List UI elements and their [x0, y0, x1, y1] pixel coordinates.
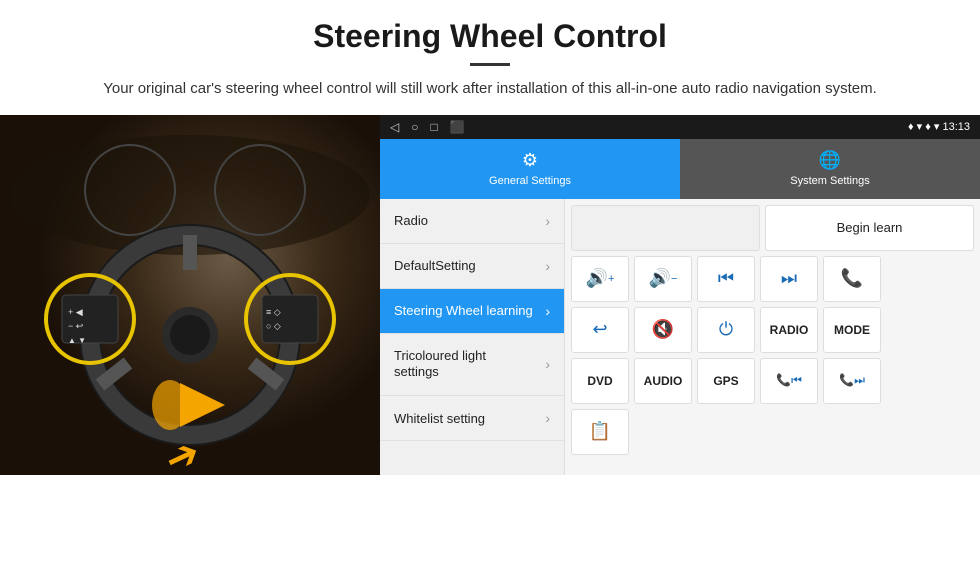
empty-cell: [571, 205, 760, 251]
content-row: + ◀ − ↩ ▲ ▼ ≡ ◇ ○ ◇ ➔: [0, 115, 980, 475]
menu-radio-label: Radio: [394, 213, 428, 228]
menu-item-tricolour[interactable]: Tricoloured lightsettings ›: [380, 334, 564, 397]
svg-text:≡ ◇: ≡ ◇: [266, 307, 281, 317]
tab-general[interactable]: ⚙ General Settings: [380, 139, 680, 199]
tab-general-label: General Settings: [489, 175, 571, 187]
status-icons-right: ♦ ▾: [908, 121, 925, 133]
chevron-icon: ›: [545, 356, 550, 372]
svg-text:○ ◇: ○ ◇: [266, 321, 281, 331]
back-icon[interactable]: ◁: [390, 120, 399, 134]
audio-button[interactable]: AUDIO: [634, 358, 692, 404]
tab-system[interactable]: 🌐 System Settings: [680, 139, 980, 199]
svg-text:− ↩: − ↩: [68, 321, 84, 331]
mode-button[interactable]: MODE: [823, 307, 881, 353]
page-title: Steering Wheel Control: [60, 18, 920, 55]
radio-button[interactable]: RADIO: [760, 307, 818, 353]
main-panel: Radio › DefaultSetting › Steering Wheel …: [380, 199, 980, 475]
steering-wheel-image: + ◀ − ↩ ▲ ▼ ≡ ◇ ○ ◇ ➔: [0, 115, 380, 475]
menu-whitelist-label: Whitelist setting: [394, 411, 485, 426]
list-button[interactable]: 📋: [571, 409, 629, 455]
gps-button[interactable]: GPS: [697, 358, 755, 404]
left-menu: Radio › DefaultSetting › Steering Wheel …: [380, 199, 565, 475]
phone-next-button[interactable]: 📞⏭: [823, 358, 881, 404]
next-track-button[interactable]: ⏭: [760, 256, 818, 302]
menu-item-steering[interactable]: Steering Wheel learning ›: [380, 289, 564, 334]
button-row-1: Begin learn: [571, 205, 974, 251]
steering-wheel-svg: + ◀ − ↩ ▲ ▼ ≡ ◇ ○ ◇ ➔: [0, 115, 380, 475]
chevron-icon: ›: [545, 258, 550, 274]
status-bar-left: ◁ ○ □ ⬛: [390, 120, 465, 134]
begin-learn-button[interactable]: Begin learn: [765, 205, 974, 251]
phone-button[interactable]: 📞: [823, 256, 881, 302]
header-section: Steering Wheel Control Your original car…: [0, 0, 980, 115]
general-settings-icon: ⚙: [522, 150, 538, 171]
phone-prev-button[interactable]: 📞⏮: [760, 358, 818, 404]
chevron-icon: ›: [545, 213, 550, 229]
status-bar-right: ♦ ▾ ♦ ▾ 13:13: [908, 120, 970, 133]
menu-item-whitelist[interactable]: Whitelist setting ›: [380, 396, 564, 441]
button-row-4: DVD AUDIO GPS 📞⏮ 📞⏭: [571, 358, 974, 404]
title-divider: [470, 63, 510, 66]
button-row-3: ↩ 🔇 ⏻ RADIO MODE: [571, 307, 974, 353]
recents-icon[interactable]: □: [430, 120, 437, 134]
tab-bar: ⚙ General Settings 🌐 System Settings: [380, 139, 980, 199]
page-wrapper: Steering Wheel Control Your original car…: [0, 0, 980, 475]
menu-default-label: DefaultSetting: [394, 258, 476, 273]
button-row-5: 📋: [571, 409, 974, 455]
prev-track-button[interactable]: ⏮: [697, 256, 755, 302]
svg-text:▲ ▼: ▲ ▼: [68, 336, 86, 345]
button-grid: Begin learn 🔊+ 🔊− ⏮ ⏭ 📞 ↩ 🔇 ⏻: [565, 199, 980, 475]
volume-down-button[interactable]: 🔊−: [634, 256, 692, 302]
dvd-button[interactable]: DVD: [571, 358, 629, 404]
mute-button[interactable]: 🔇: [634, 307, 692, 353]
menu-item-radio[interactable]: Radio ›: [380, 199, 564, 244]
chevron-icon: ›: [545, 303, 550, 319]
menu-item-default[interactable]: DefaultSetting ›: [380, 244, 564, 289]
status-bar: ◁ ○ □ ⬛ ♦ ▾ ♦ ▾ 13:13: [380, 115, 980, 139]
home-icon[interactable]: ○: [411, 120, 418, 134]
svg-text:+ ◀: + ◀: [68, 307, 83, 317]
menu-steering-label: Steering Wheel learning: [394, 303, 533, 318]
page-subtitle: Your original car's steering wheel contr…: [60, 78, 920, 101]
volume-up-button[interactable]: 🔊+: [571, 256, 629, 302]
screenshot-icon[interactable]: ⬛: [450, 120, 465, 134]
button-row-2: 🔊+ 🔊− ⏮ ⏭ 📞: [571, 256, 974, 302]
hang-up-button[interactable]: ↩: [571, 307, 629, 353]
chevron-icon: ›: [545, 410, 550, 426]
menu-tricolour-label: Tricoloured lightsettings: [394, 348, 486, 382]
tab-system-label: System Settings: [790, 175, 869, 187]
system-settings-icon: 🌐: [819, 150, 841, 171]
clock: ♦ ▾ 13:13: [925, 121, 970, 133]
power-button[interactable]: ⏻: [697, 307, 755, 353]
android-ui: ◁ ○ □ ⬛ ♦ ▾ ♦ ▾ 13:13 ⚙ General Settings…: [380, 115, 980, 475]
